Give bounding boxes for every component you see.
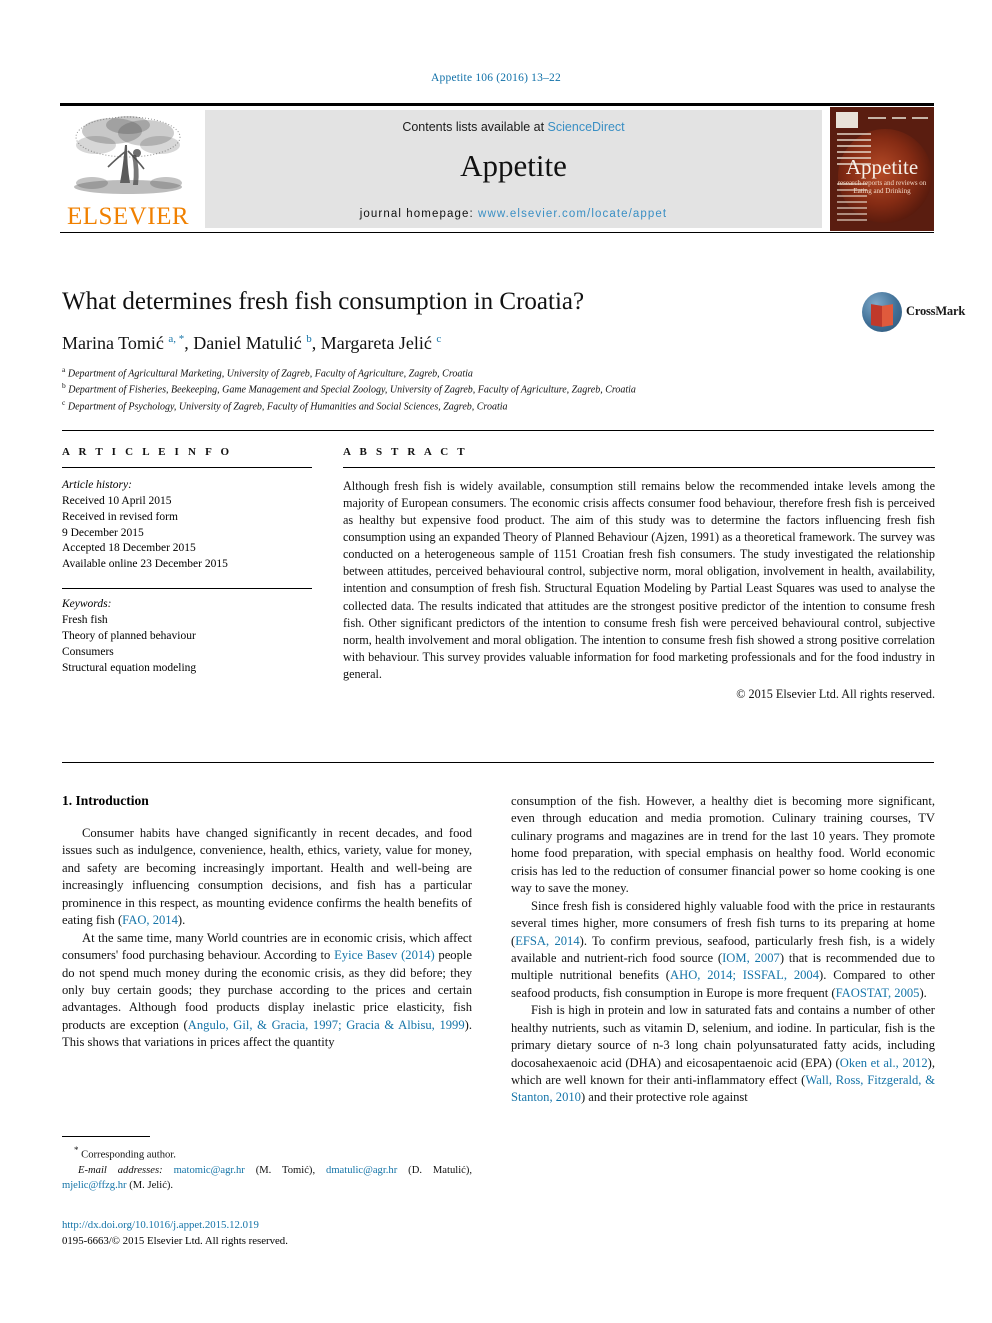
email-link-1[interactable]: matomic@agr.hr [174, 1165, 245, 1176]
affiliation-text-a: Department of Agricultural Marketing, Un… [67, 368, 473, 380]
homepage-label: journal homepage: [359, 208, 479, 220]
running-head: Appetite 106 (2016) 13–22 [431, 72, 561, 84]
affiliation-b: b Department of Fisheries, Beekeeping, G… [62, 381, 852, 398]
citation-link[interactable]: FAOSTAT, 2005 [836, 986, 920, 1000]
footnote-block: * Corresponding author. E-mail addresses… [62, 1136, 472, 1193]
corresponding-author-mark: * [74, 1145, 79, 1155]
crossmark-label: CrossMark [906, 304, 966, 318]
keywords-block: Keywords: Fresh fish Theory of planned b… [62, 588, 312, 676]
affiliation-mark-b: b [62, 381, 66, 391]
section-heading-introduction: 1. Introduction [62, 793, 149, 808]
affiliation-mark-c: c [62, 397, 66, 407]
affiliation-mark-a: a [62, 364, 66, 374]
cover-header-rule-2 [892, 117, 906, 119]
email-link-3[interactable]: mjelic@ffzg.hr [62, 1180, 127, 1191]
email-addresses-note: E-mail addresses: matomic@agr.hr (M. Tom… [62, 1164, 473, 1191]
affiliation-text-c: Department of Psychology, University of … [67, 401, 508, 413]
email-person-1: (M. Tomić) [255, 1164, 313, 1176]
elsevier-logo[interactable]: ELSEVIER [62, 111, 194, 231]
email-person-3: (M. Jelić) [129, 1179, 171, 1191]
history-item: Available online 23 December 2015 [62, 558, 228, 571]
keywords-label: Keywords: [62, 598, 112, 611]
body-paragraph: Since fresh fish is considered highly va… [511, 898, 936, 1000]
cover-title: Appetite [845, 155, 919, 179]
doi-link[interactable]: http://dx.doi.org/10.1016/j.appet.2015.1… [62, 1218, 482, 1234]
abstract-text: Although fresh fish is widely available,… [343, 479, 935, 681]
article-info-rule [62, 467, 312, 468]
footnote-rule [62, 1136, 150, 1137]
author-list: Marina Tomić a, *, Daniel Matulić b, Mar… [62, 332, 442, 353]
crossmark-badge[interactable]: CrossMark [862, 288, 965, 338]
keyword-item: Theory of planned behaviour [62, 629, 196, 642]
crossmark-book-left [871, 304, 882, 327]
homepage-url-link[interactable]: www.elsevier.com/locate/appet [478, 208, 667, 220]
email-link-2[interactable]: dmatulic@agr.hr [326, 1165, 397, 1176]
journal-cover-thumbnail[interactable]: Appetite research reports and reviews on… [830, 107, 934, 231]
abstract-section: A B S T R A C T Although fresh fish is w… [343, 446, 935, 702]
crossmark-icon [862, 292, 902, 332]
masthead-top-rule [60, 103, 934, 106]
corresponding-author-note: * Corresponding author. [62, 1144, 472, 1163]
history-item: Accepted 18 December 2015 [62, 542, 196, 555]
article-info-heading: A R T I C L E I N F O [62, 446, 233, 458]
cover-header-rule-3 [912, 117, 928, 119]
abstract-rule [343, 467, 935, 468]
sciencedirect-link[interactable]: ScienceDirect [548, 120, 625, 134]
citation-link[interactable]: IOM, 2007 [722, 951, 780, 965]
citation-link[interactable]: EFSA, 2014 [515, 934, 579, 948]
body-paragraph: Consumer habits have changed significant… [62, 826, 472, 928]
keyword-item: Structural equation modeling [62, 661, 197, 674]
email-person-2: (D. Matulić) [408, 1164, 470, 1176]
crossmark-book-right [882, 304, 893, 327]
journal-masthead: ELSEVIER Contents lists available at Sci… [60, 103, 934, 233]
body-paragraph: consumption of the fish. However, a heal… [511, 794, 935, 896]
article-info-section: A R T I C L E I N F O Article history: R… [62, 446, 312, 676]
citation-link[interactable]: AHO, 2014; ISSFAL, 2004 [670, 968, 819, 982]
history-item: Received 10 April 2015 [62, 494, 172, 507]
article-history-label: Article history: [62, 479, 132, 491]
abstract-copyright: © 2015 Elsevier Ltd. All rights reserved… [736, 686, 935, 701]
citation-link[interactable]: Angulo, Gil, & Gracia, 1997; Gracia & Al… [188, 1018, 465, 1032]
cover-publisher-mark [836, 112, 858, 128]
journal-wordmark: Appetite [460, 148, 567, 183]
keyword-item: Consumers [62, 645, 114, 658]
email-addresses-label: E-mail addresses: [78, 1164, 163, 1176]
article-history-list: Received 10 April 2015 Received in revis… [62, 494, 312, 573]
journal-article-page: Appetite 106 (2016) 13–22 ELSEVIER Conte… [0, 0, 992, 1323]
keywords-list: Fresh fish Theory of planned behaviour C… [62, 613, 312, 676]
history-item: 9 December 2015 [62, 526, 144, 539]
elsevier-tree-icon [74, 116, 182, 194]
journal-homepage-line: journal homepage: www.elsevier.com/locat… [205, 208, 822, 220]
issn-copyright-line: 0195-6663/© 2015 Elsevier Ltd. All right… [62, 1234, 288, 1247]
keyword-item: Fresh fish [62, 614, 108, 627]
affiliation-a: a Department of Agricultural Marketing, … [62, 365, 852, 382]
corresponding-author-label: Corresponding author. [81, 1149, 176, 1161]
citation-link[interactable]: Oken et al., 2012 [840, 1056, 928, 1070]
history-item: Received in revised form [62, 510, 178, 523]
citation-link[interactable]: Wall, Ross, Fitzgerald, & Stanton, 2010 [511, 1073, 935, 1104]
title-block: What determines fresh fish consumption i… [62, 288, 852, 414]
body-column-left: 1. Introduction Consumer habits have cha… [62, 793, 472, 1052]
abstract-heading: A B S T R A C T [343, 446, 468, 458]
affiliation-c: c Department of Psychology, University o… [62, 398, 852, 415]
keywords-rule [62, 588, 312, 590]
body-paragraph: Fish is high in protein and low in satur… [511, 1003, 935, 1105]
body-column-right: consumption of the fish. However, a heal… [511, 793, 935, 1107]
page-title: What determines fresh fish consumption i… [62, 288, 585, 315]
cover-bottom-list [837, 183, 867, 225]
affiliation-text-b: Department of Fisheries, Beekeeping, Gam… [68, 384, 636, 396]
cover-header-rule-1 [868, 117, 886, 119]
contents-prefix: Contents lists available at [402, 120, 548, 134]
contents-available-line: Contents lists available at ScienceDirec… [205, 120, 822, 134]
body-paragraph: At the same time, many World countries a… [62, 930, 472, 1050]
masthead-center-panel: Contents lists available at ScienceDirec… [205, 110, 822, 228]
elsevier-wordmark: ELSEVIER [66, 203, 190, 230]
citation-link[interactable]: Eyice Basev (2014) [334, 948, 435, 962]
citation-link[interactable]: FAO, 2014 [122, 913, 178, 927]
imprint-block: http://dx.doi.org/10.1016/j.appet.2015.1… [62, 1218, 482, 1249]
info-section-top-rule [62, 430, 934, 431]
masthead-bottom-rule [60, 232, 934, 233]
body-top-rule [62, 762, 934, 763]
